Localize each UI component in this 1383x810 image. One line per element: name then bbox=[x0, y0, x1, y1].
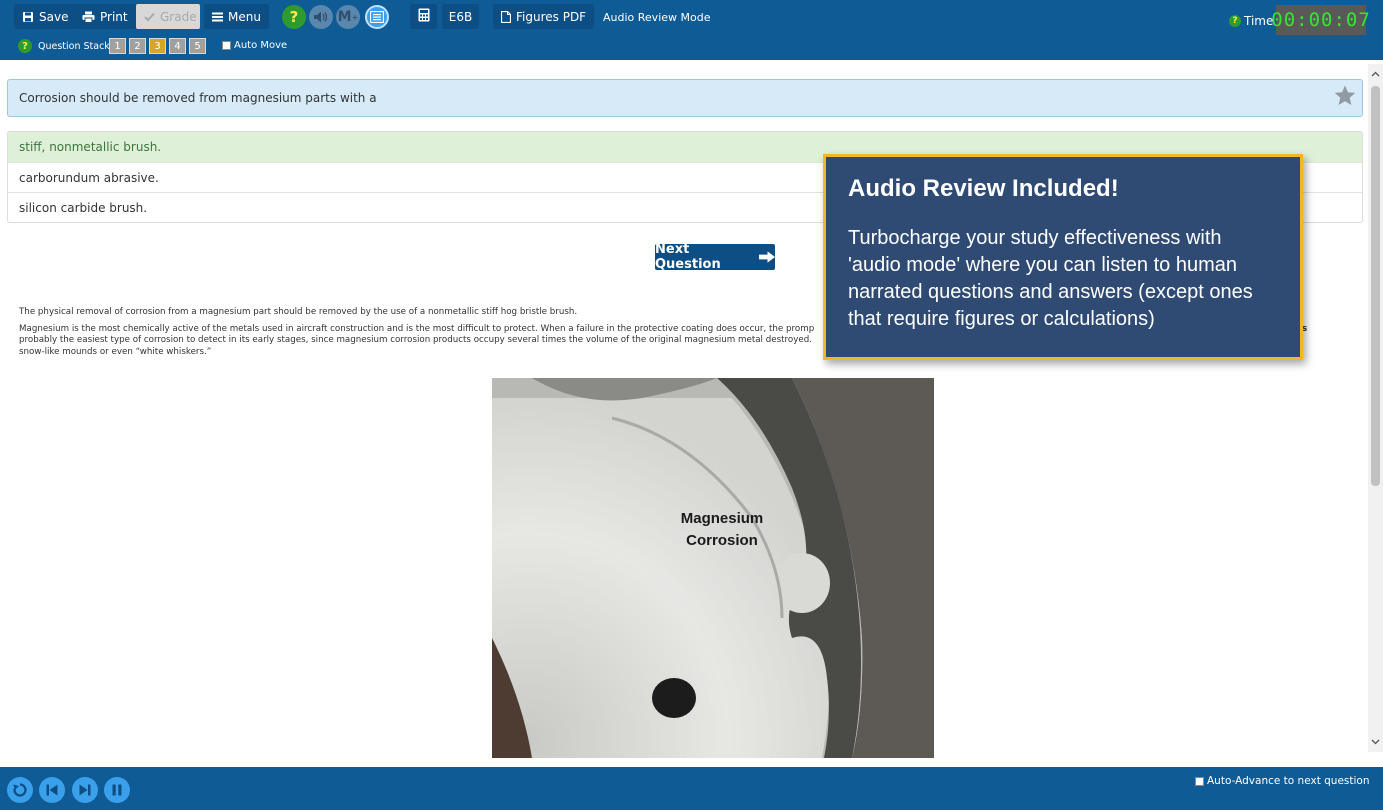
auto-move-checkbox[interactable] bbox=[222, 41, 231, 50]
top-toolbar: Save Print Grade Menu ? M + E6B Figures … bbox=[0, 0, 1383, 60]
time-label: ? Time bbox=[1229, 14, 1273, 28]
stack-item-2[interactable]: 2 bbox=[129, 38, 146, 54]
auto-move-toggle[interactable]: Auto Move bbox=[222, 40, 287, 51]
next-icon[interactable] bbox=[72, 777, 98, 803]
question-stack-help-icon[interactable]: ? bbox=[18, 39, 32, 53]
timer-display: 00:00:07 bbox=[1271, 5, 1370, 35]
arrow-right-icon bbox=[758, 251, 775, 263]
help-icon[interactable]: ? bbox=[282, 5, 306, 29]
save-icon bbox=[22, 11, 34, 23]
stack-item-4[interactable]: 4 bbox=[169, 38, 186, 54]
replay-icon[interactable] bbox=[7, 777, 33, 803]
figures-pdf-button[interactable]: Figures PDF bbox=[493, 4, 595, 29]
audio-control-bar: Auto-Advance to next question bbox=[0, 767, 1383, 810]
figure-label: Magnesium Corrosion bbox=[680, 510, 764, 549]
pdf-icon bbox=[501, 10, 511, 23]
auto-advance-checkbox[interactable] bbox=[1195, 776, 1204, 786]
scroll-down-icon[interactable] bbox=[1371, 737, 1380, 746]
magnesium-wheel-image bbox=[492, 378, 934, 758]
corrosion-photo: Magnesium Corrosion bbox=[492, 378, 934, 758]
print-button[interactable]: Print bbox=[74, 4, 136, 29]
list-icon[interactable] bbox=[365, 5, 389, 29]
menu-icon bbox=[212, 12, 223, 22]
stack-item-1[interactable]: 1 bbox=[109, 38, 126, 54]
calculator-icon bbox=[418, 8, 430, 25]
e6b-button[interactable]: E6B bbox=[442, 4, 479, 29]
mode-label: Audio Review Mode bbox=[603, 11, 711, 24]
audio-review-promo: Audio Review Included! Turbocharge your … bbox=[823, 154, 1303, 360]
star-icon[interactable] bbox=[1333, 84, 1357, 108]
next-question-button[interactable]: Next Question bbox=[655, 242, 775, 272]
time-help-icon[interactable]: ? bbox=[1229, 15, 1241, 27]
check-icon bbox=[144, 12, 155, 22]
calculator-button[interactable] bbox=[410, 4, 437, 29]
question-panel: Corrosion should be removed from magnesi… bbox=[7, 79, 1363, 117]
print-icon bbox=[82, 11, 95, 23]
scroll-thumb[interactable] bbox=[1371, 86, 1380, 486]
question-stack-label: Question Stack: bbox=[38, 41, 114, 52]
scroll-up-icon[interactable] bbox=[1371, 70, 1380, 79]
markdown-icon[interactable]: M + bbox=[336, 5, 360, 29]
grade-button[interactable]: Grade bbox=[136, 4, 200, 29]
vertical-scrollbar[interactable] bbox=[1368, 64, 1383, 752]
promo-title: Audio Review Included! bbox=[848, 175, 1119, 202]
save-button[interactable]: Save bbox=[14, 4, 77, 29]
pause-icon[interactable] bbox=[104, 777, 130, 803]
auto-advance-toggle[interactable]: Auto-Advance to next question bbox=[1195, 775, 1370, 787]
stack-item-3[interactable]: 3 bbox=[149, 38, 166, 54]
previous-icon[interactable] bbox=[39, 777, 65, 803]
promo-body: Turbocharge your study effectiveness wit… bbox=[848, 227, 1253, 330]
stack-item-5[interactable]: 5 bbox=[189, 38, 206, 54]
question-text: Corrosion should be removed from magnesi… bbox=[19, 91, 377, 105]
menu-button[interactable]: Menu bbox=[204, 4, 269, 29]
speaker-icon[interactable] bbox=[309, 5, 333, 29]
